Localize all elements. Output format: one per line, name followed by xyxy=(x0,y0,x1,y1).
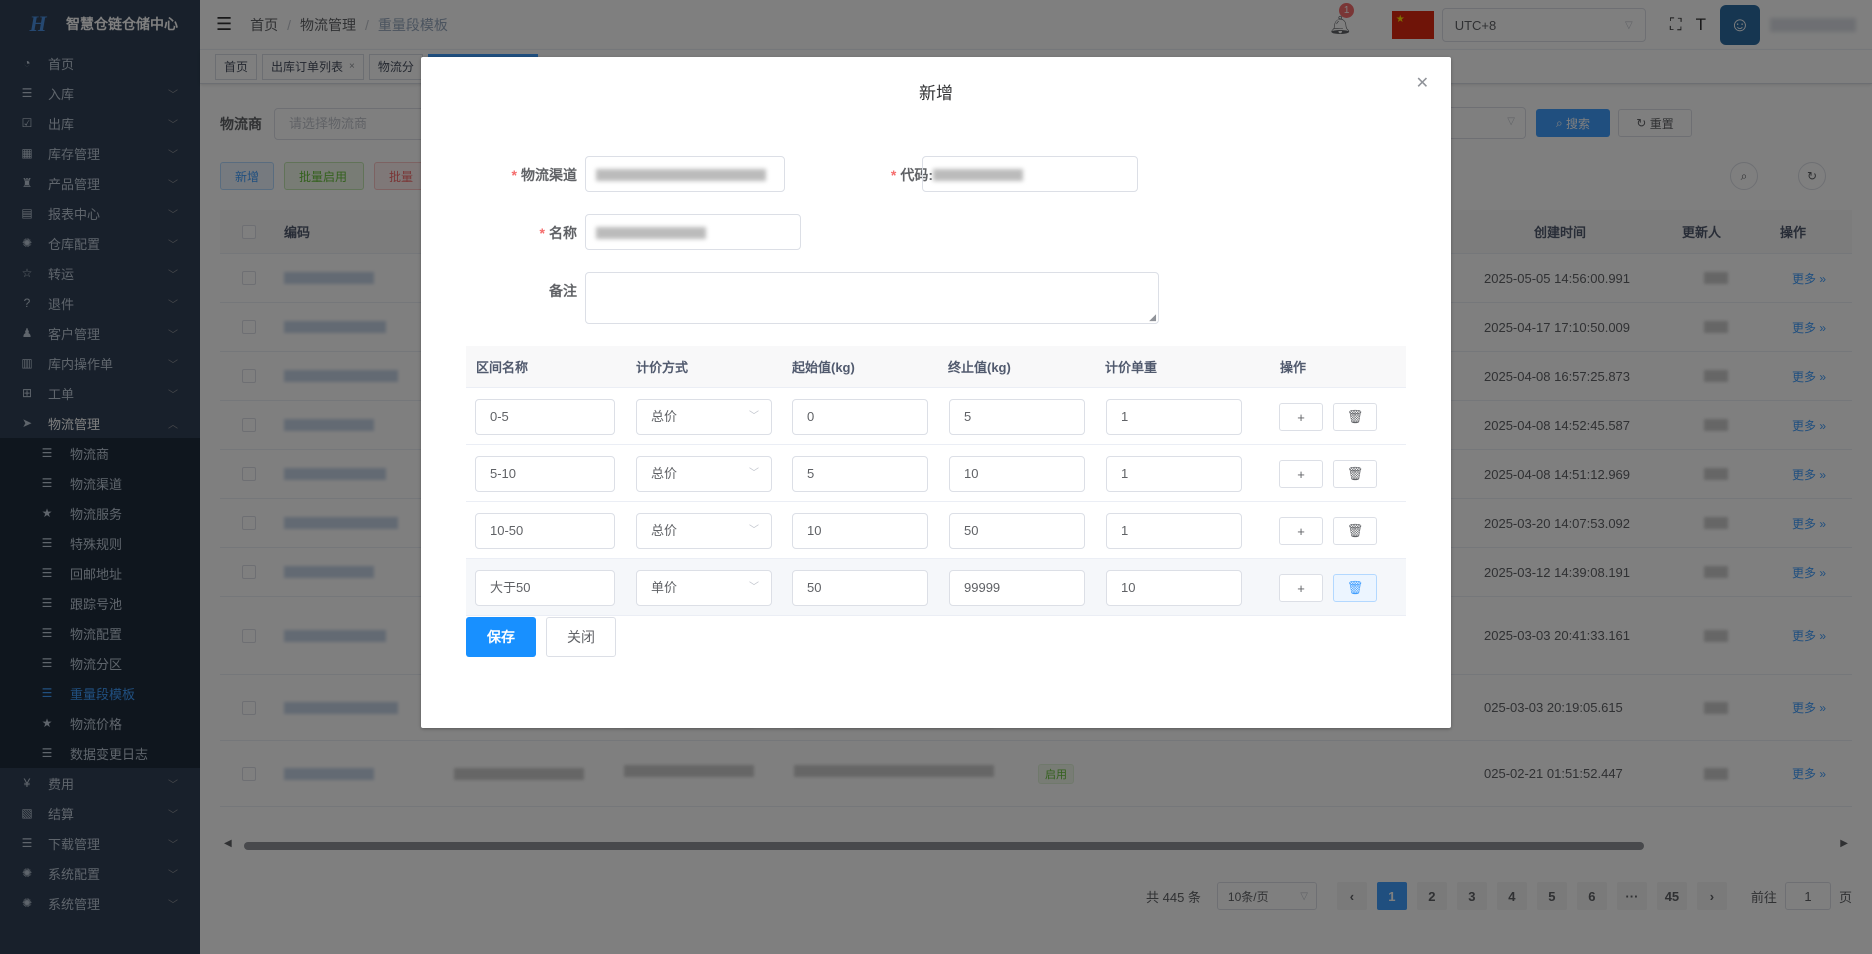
range-name-input[interactable]: 10-50 xyxy=(475,513,615,549)
close-icon[interactable]: ✕ xyxy=(1416,73,1429,93)
channel-label-text: 物流渠道 xyxy=(521,167,577,183)
weight-row: 10-50 总价 ﹀ 10 50 1 + 🗑︎ xyxy=(466,502,1406,559)
weight-row: 大于50 单价 ﹀ 50 99999 10 + 🗑︎ xyxy=(466,559,1406,616)
chevron-down-icon: ﹀ xyxy=(749,525,759,536)
name-value-redacted xyxy=(596,227,706,239)
channel-select[interactable] xyxy=(585,156,785,192)
name-input[interactable] xyxy=(585,214,801,250)
pricing-method-value: 单价 xyxy=(651,580,678,595)
plus-icon: + xyxy=(1297,466,1305,482)
chevron-down-icon: ﹀ xyxy=(749,582,759,593)
pricing-method-select[interactable]: 总价 ﹀ xyxy=(636,513,772,549)
code-value-redacted xyxy=(933,169,1023,181)
delete-row-button[interactable]: 🗑︎ xyxy=(1333,574,1377,602)
plus-icon: + xyxy=(1297,523,1305,539)
end-value-input[interactable]: 50 xyxy=(949,513,1085,549)
start-value-input[interactable]: 50 xyxy=(792,570,928,606)
start-value-input[interactable]: 0 xyxy=(792,399,928,435)
unit-weight-input[interactable]: 1 xyxy=(1106,399,1242,435)
remark-label: 备注 xyxy=(549,283,577,299)
resize-grip-icon[interactable]: ◢ xyxy=(1149,312,1156,323)
add-row-button[interactable]: + xyxy=(1279,460,1323,488)
weight-table-body: 0-5 总价 ﹀ 0 5 1 + 🗑︎ 5-10 总价 ﹀ 5 10 1 + 🗑︎ 10-50 总价 ﹀ 10 50 1 +… xyxy=(466,388,1406,616)
col-start-value: 起始值(kg) xyxy=(792,360,855,375)
weight-row: 0-5 总价 ﹀ 0 5 1 + 🗑︎ xyxy=(466,388,1406,445)
start-value-input[interactable]: 5 xyxy=(792,456,928,492)
pricing-method-value: 总价 xyxy=(651,409,678,424)
col-pricing-method: 计价方式 xyxy=(636,360,689,375)
col-op: 操作 xyxy=(1280,360,1307,375)
delete-row-button[interactable]: 🗑︎ xyxy=(1333,460,1377,488)
weight-row: 5-10 总价 ﹀ 5 10 1 + 🗑︎ xyxy=(466,445,1406,502)
unit-weight-input[interactable]: 10 xyxy=(1106,570,1242,606)
col-end-value: 终止值(kg) xyxy=(948,360,1011,375)
plus-icon: + xyxy=(1297,409,1305,425)
pricing-method-value: 总价 xyxy=(651,466,678,481)
unit-weight-input[interactable]: 1 xyxy=(1106,456,1242,492)
pricing-method-select[interactable]: 总价 ﹀ xyxy=(636,456,772,492)
add-dialog: 新增 ✕ * 物流渠道 * 代码: * 名称 备注 ◢ 区间名称 计价方式 起始值(k… xyxy=(421,57,1451,728)
col-range-name: 区间名称 xyxy=(476,360,529,375)
trash-icon: 🗑︎ xyxy=(1346,580,1364,595)
start-value-input[interactable]: 10 xyxy=(792,513,928,549)
trash-icon: 🗑︎ xyxy=(1346,466,1364,481)
weight-table-header: 区间名称 计价方式 起始值(kg) 终止值(kg) 计价单重 操作 xyxy=(466,346,1406,388)
code-input[interactable] xyxy=(922,156,1138,192)
channel-label: * 物流渠道 xyxy=(511,167,577,183)
weight-range-table: 区间名称 计价方式 起始值(kg) 终止值(kg) 计价单重 操作 0-5 总价 ﹀… xyxy=(466,346,1406,616)
channel-value-redacted xyxy=(596,169,766,181)
close-button[interactable]: 关闭 xyxy=(546,617,616,657)
unit-weight-input[interactable]: 1 xyxy=(1106,513,1242,549)
trash-icon: 🗑︎ xyxy=(1346,409,1364,424)
pricing-method-select[interactable]: 单价 ﹀ xyxy=(636,570,772,606)
chevron-down-icon: ﹀ xyxy=(749,468,759,479)
add-row-button[interactable]: + xyxy=(1279,403,1323,431)
add-row-button[interactable]: + xyxy=(1279,517,1323,545)
end-value-input[interactable]: 99999 xyxy=(949,570,1085,606)
end-value-input[interactable]: 10 xyxy=(949,456,1085,492)
dialog-title: 新增 xyxy=(919,84,953,103)
pricing-method-value: 总价 xyxy=(651,523,678,538)
pricing-method-select[interactable]: 总价 ﹀ xyxy=(636,399,772,435)
range-name-input[interactable]: 大于50 xyxy=(475,570,615,606)
add-row-button[interactable]: + xyxy=(1279,574,1323,602)
trash-icon: 🗑︎ xyxy=(1346,523,1364,538)
name-label: * 名称 xyxy=(539,225,577,241)
delete-row-button[interactable]: 🗑︎ xyxy=(1333,403,1377,431)
range-name-input[interactable]: 5-10 xyxy=(475,456,615,492)
remark-textarea[interactable]: ◢ xyxy=(585,272,1159,324)
col-unit-weight: 计价单重 xyxy=(1105,360,1158,375)
plus-icon: + xyxy=(1297,580,1305,596)
delete-row-button[interactable]: 🗑︎ xyxy=(1333,517,1377,545)
chevron-down-icon: ﹀ xyxy=(749,411,759,422)
range-name-input[interactable]: 0-5 xyxy=(475,399,615,435)
name-label-text: 名称 xyxy=(549,225,577,241)
save-button[interactable]: 保存 xyxy=(466,617,536,657)
end-value-input[interactable]: 5 xyxy=(949,399,1085,435)
